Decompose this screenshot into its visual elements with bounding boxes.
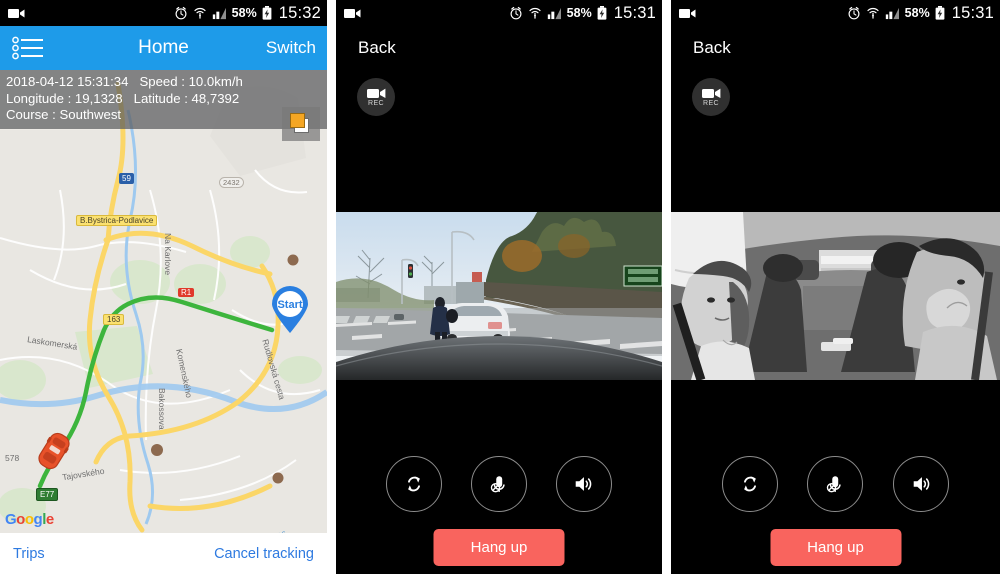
map-label-highway: B.Bystrica-Podlavice (76, 215, 158, 226)
start-marker[interactable]: Start (268, 286, 312, 339)
status-bar-panel2: 58% 15:31 (336, 0, 662, 26)
svg-text:Start: Start (277, 299, 302, 311)
status-bar-panel3: 58% 15:31 (671, 0, 1000, 26)
alarm-clock-icon (509, 6, 523, 20)
map-label-59: 59 (119, 173, 134, 184)
back-row[interactable]: Back (671, 26, 1000, 70)
switch-camera-icon (403, 473, 425, 495)
cell-signal-icon (212, 7, 227, 20)
alarm-clock-icon (847, 6, 861, 20)
record-label: REC (703, 100, 719, 107)
map-label-ellipse: 2432 (219, 177, 244, 188)
car-marker-icon[interactable] (36, 431, 72, 476)
map-view[interactable]: B.Bystrica-Podlavice Na Karlove R1 163 L… (0, 70, 327, 533)
cabin-camera-feed[interactable] (671, 207, 1000, 385)
alarm-clock-icon (174, 6, 188, 20)
clock-label: 15:31 (613, 3, 656, 22)
speaker-on-icon (910, 473, 933, 495)
record-button[interactable]: REC (357, 78, 395, 116)
wifi-icon (866, 7, 880, 20)
front-dashcam-feed[interactable] (336, 207, 662, 385)
trips-button[interactable]: Trips (13, 546, 45, 562)
map-layers-icon[interactable] (282, 107, 320, 141)
google-attribution: Google (5, 511, 54, 528)
battery-charging-icon (597, 6, 607, 20)
microphone-muted-icon (488, 473, 510, 495)
speaker-button[interactable] (555, 456, 612, 512)
back-button[interactable]: Back (693, 38, 731, 58)
telemetry-speed: Speed : 10.0km/h (139, 74, 243, 89)
telemetry-timestamp: 2018-04-12 15:31:34 (6, 74, 129, 89)
battery-percent-label: 58% (566, 6, 592, 20)
map-label-163: 163 (103, 314, 125, 325)
cell-signal-icon (885, 7, 900, 20)
call-controls (671, 456, 1000, 512)
battery-percent-label: 58% (904, 6, 930, 20)
panel-front-camera-call: 58% 15:31 Back REC Hang up (336, 0, 662, 574)
switch-camera-icon (739, 473, 761, 495)
map-label-r1: R1 (178, 288, 195, 297)
microphone-muted-icon (824, 473, 846, 495)
three-panel-screenshot: 58% 15:32 Home Switch B.Bystrica-Podlavi… (0, 0, 1000, 574)
clock-label: 15:32 (278, 3, 321, 22)
battery-charging-icon (935, 6, 945, 20)
switch-button[interactable]: Switch (266, 38, 316, 58)
wifi-icon (528, 7, 542, 20)
road-sign (623, 265, 662, 287)
bottom-action-bar: Trips Cancel tracking (0, 533, 327, 574)
hang-up-button[interactable]: Hang up (770, 529, 901, 566)
telemetry-longitude: Longitude : 19,1328 (6, 90, 123, 106)
battery-percent-label: 58% (231, 6, 257, 20)
cabin-image (671, 212, 1000, 380)
panel-gps-tracking: 58% 15:32 Home Switch B.Bystrica-Podlavi… (0, 0, 327, 574)
panel-divider (327, 0, 336, 574)
record-label: REC (368, 100, 384, 107)
mute-microphone-button[interactable] (470, 456, 527, 512)
map-label-street: Na Karlove (163, 233, 173, 276)
telemetry-course: Course : Southwest (6, 107, 122, 122)
video-camera-icon (679, 8, 696, 19)
map-label-e77: E77 (36, 488, 59, 501)
cell-signal-icon (547, 7, 562, 20)
back-button[interactable]: Back (358, 38, 396, 58)
list-menu-icon[interactable] (0, 26, 58, 70)
mute-microphone-button[interactable] (807, 456, 864, 512)
panel-divider (662, 0, 671, 574)
panel-cabin-camera-call: 58% 15:31 Back REC Hang up (671, 0, 1000, 574)
call-controls (336, 456, 662, 512)
switch-camera-button[interactable] (386, 456, 443, 512)
video-camera-icon (366, 87, 386, 99)
app-bar: Home Switch (0, 26, 327, 70)
video-camera-icon (344, 8, 361, 19)
video-camera-icon (701, 87, 721, 99)
speaker-on-icon (572, 473, 595, 495)
hang-up-button[interactable]: Hang up (433, 529, 565, 566)
clock-label: 15:31 (951, 3, 994, 22)
telemetry-overlay: 2018-04-12 15:31:34 Speed : 10.0km/h Long… (0, 70, 327, 129)
dashcam-image (336, 212, 662, 380)
map-label-street: Bakossova (157, 388, 167, 430)
video-camera-icon (8, 8, 25, 19)
speaker-button[interactable] (893, 456, 950, 512)
wifi-icon (193, 7, 207, 20)
record-button[interactable]: REC (692, 78, 730, 116)
telemetry-latitude: Latitude : 48,7392 (133, 90, 240, 106)
cancel-tracking-button[interactable]: Cancel tracking (214, 546, 314, 562)
switch-camera-button[interactable] (721, 456, 778, 512)
map-label-street: 578 (5, 453, 20, 463)
back-row[interactable]: Back (336, 26, 662, 70)
battery-charging-icon (262, 6, 272, 20)
status-bar-panel1: 58% 15:32 (0, 0, 327, 26)
